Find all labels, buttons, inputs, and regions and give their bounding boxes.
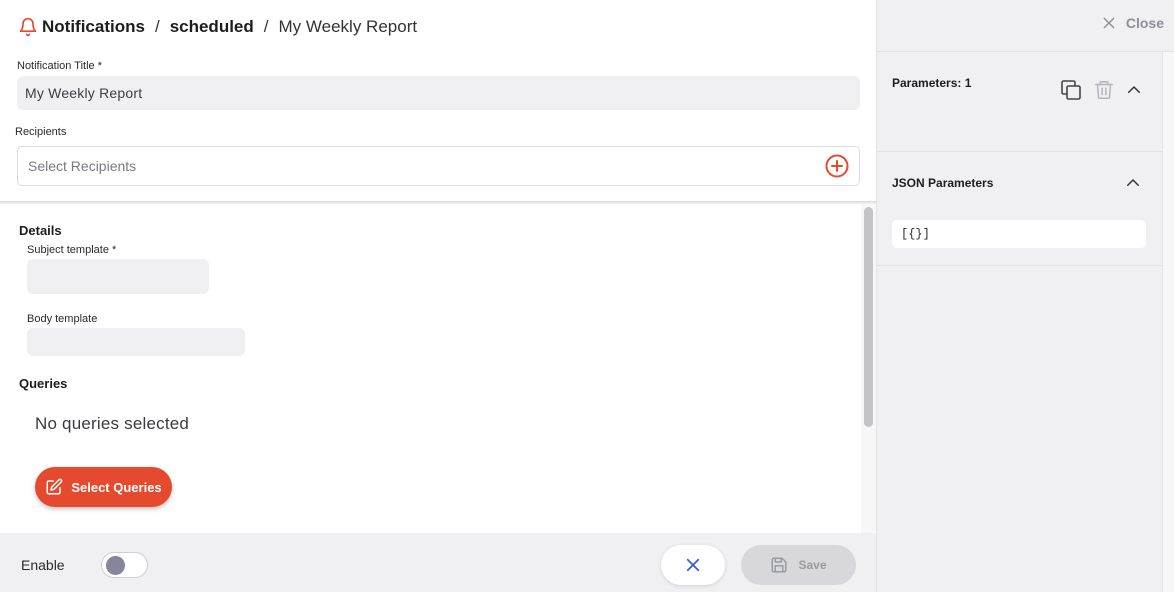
json-parameters-title: JSON Parameters xyxy=(892,176,994,190)
breadcrumb-folder[interactable]: scheduled xyxy=(170,17,254,37)
breadcrumb-current: My Weekly Report xyxy=(278,17,418,36)
scrollbar-thumb[interactable] xyxy=(864,207,873,427)
title-label: Notification Title * xyxy=(17,60,102,72)
notification-title-input[interactable]: My Weekly Report xyxy=(17,76,860,110)
body-template-input[interactable] xyxy=(27,328,245,356)
notification-editor: Notifications / scheduled / My Weekly Re… xyxy=(0,0,876,592)
select-queries-button[interactable]: Select Queries xyxy=(35,467,172,507)
enable-toggle[interactable] xyxy=(101,552,148,578)
recipients-select[interactable]: Select Recipients xyxy=(17,146,860,186)
trash-icon[interactable] xyxy=(1093,78,1115,102)
cancel-button[interactable] xyxy=(661,545,725,585)
breadcrumb-separator: / xyxy=(263,17,269,36)
json-parameters-input[interactable]: [{}] xyxy=(892,220,1146,248)
save-button[interactable]: Save xyxy=(741,545,856,585)
parameter-actions xyxy=(1059,78,1143,102)
add-recipient-icon[interactable] xyxy=(825,154,849,178)
json-parameters-value: [{}] xyxy=(901,227,930,241)
json-parameters-block: JSON Parameters [{}] xyxy=(877,152,1162,266)
toggle-knob xyxy=(106,556,125,575)
subject-template-label: Subject template * xyxy=(27,244,117,256)
edit-icon xyxy=(45,478,63,496)
breadcrumb: Notifications / scheduled / My Weekly Re… xyxy=(18,17,417,37)
select-queries-label: Select Queries xyxy=(71,479,162,495)
close-panel-button[interactable]: Close xyxy=(1102,15,1164,31)
breadcrumb-separator: / xyxy=(154,17,160,36)
parameters-block: Parameters: 1 xyxy=(877,52,1162,152)
bell-icon xyxy=(18,17,38,37)
subject-template-input[interactable] xyxy=(27,259,209,294)
close-icon xyxy=(1102,16,1116,30)
details-heading: Details xyxy=(19,223,62,238)
save-icon xyxy=(770,556,788,574)
header-section: Notifications / scheduled / My Weekly Re… xyxy=(0,0,876,202)
parameters-title: Parameters: 1 xyxy=(892,76,972,90)
notification-title-value: My Weekly Report xyxy=(25,85,143,101)
recipients-label: Recipients xyxy=(15,126,67,138)
no-queries-text: No queries selected xyxy=(35,414,190,433)
chevron-up-icon[interactable] xyxy=(1125,81,1143,99)
details-scroll-area[interactable]: Details Subject template * Body template… xyxy=(3,204,861,533)
recipients-placeholder: Select Recipients xyxy=(28,158,137,174)
parameters-side-panel: Close Parameters: 1 JSON Parameters [{}] xyxy=(876,0,1174,592)
chevron-up-icon[interactable] xyxy=(1124,174,1142,192)
side-panel-scrollbar[interactable] xyxy=(1162,52,1174,592)
close-icon xyxy=(684,556,702,574)
enable-label: Enable xyxy=(21,557,65,573)
queries-heading: Queries xyxy=(19,376,68,391)
body-template-label: Body template xyxy=(27,313,98,325)
save-label: Save xyxy=(798,558,827,572)
copy-icon[interactable] xyxy=(1059,78,1083,102)
footer-bar: Enable Save xyxy=(0,533,876,592)
breadcrumb-root[interactable]: Notifications xyxy=(42,17,145,37)
side-panel-header: Close xyxy=(877,0,1174,52)
close-label: Close xyxy=(1125,15,1164,31)
